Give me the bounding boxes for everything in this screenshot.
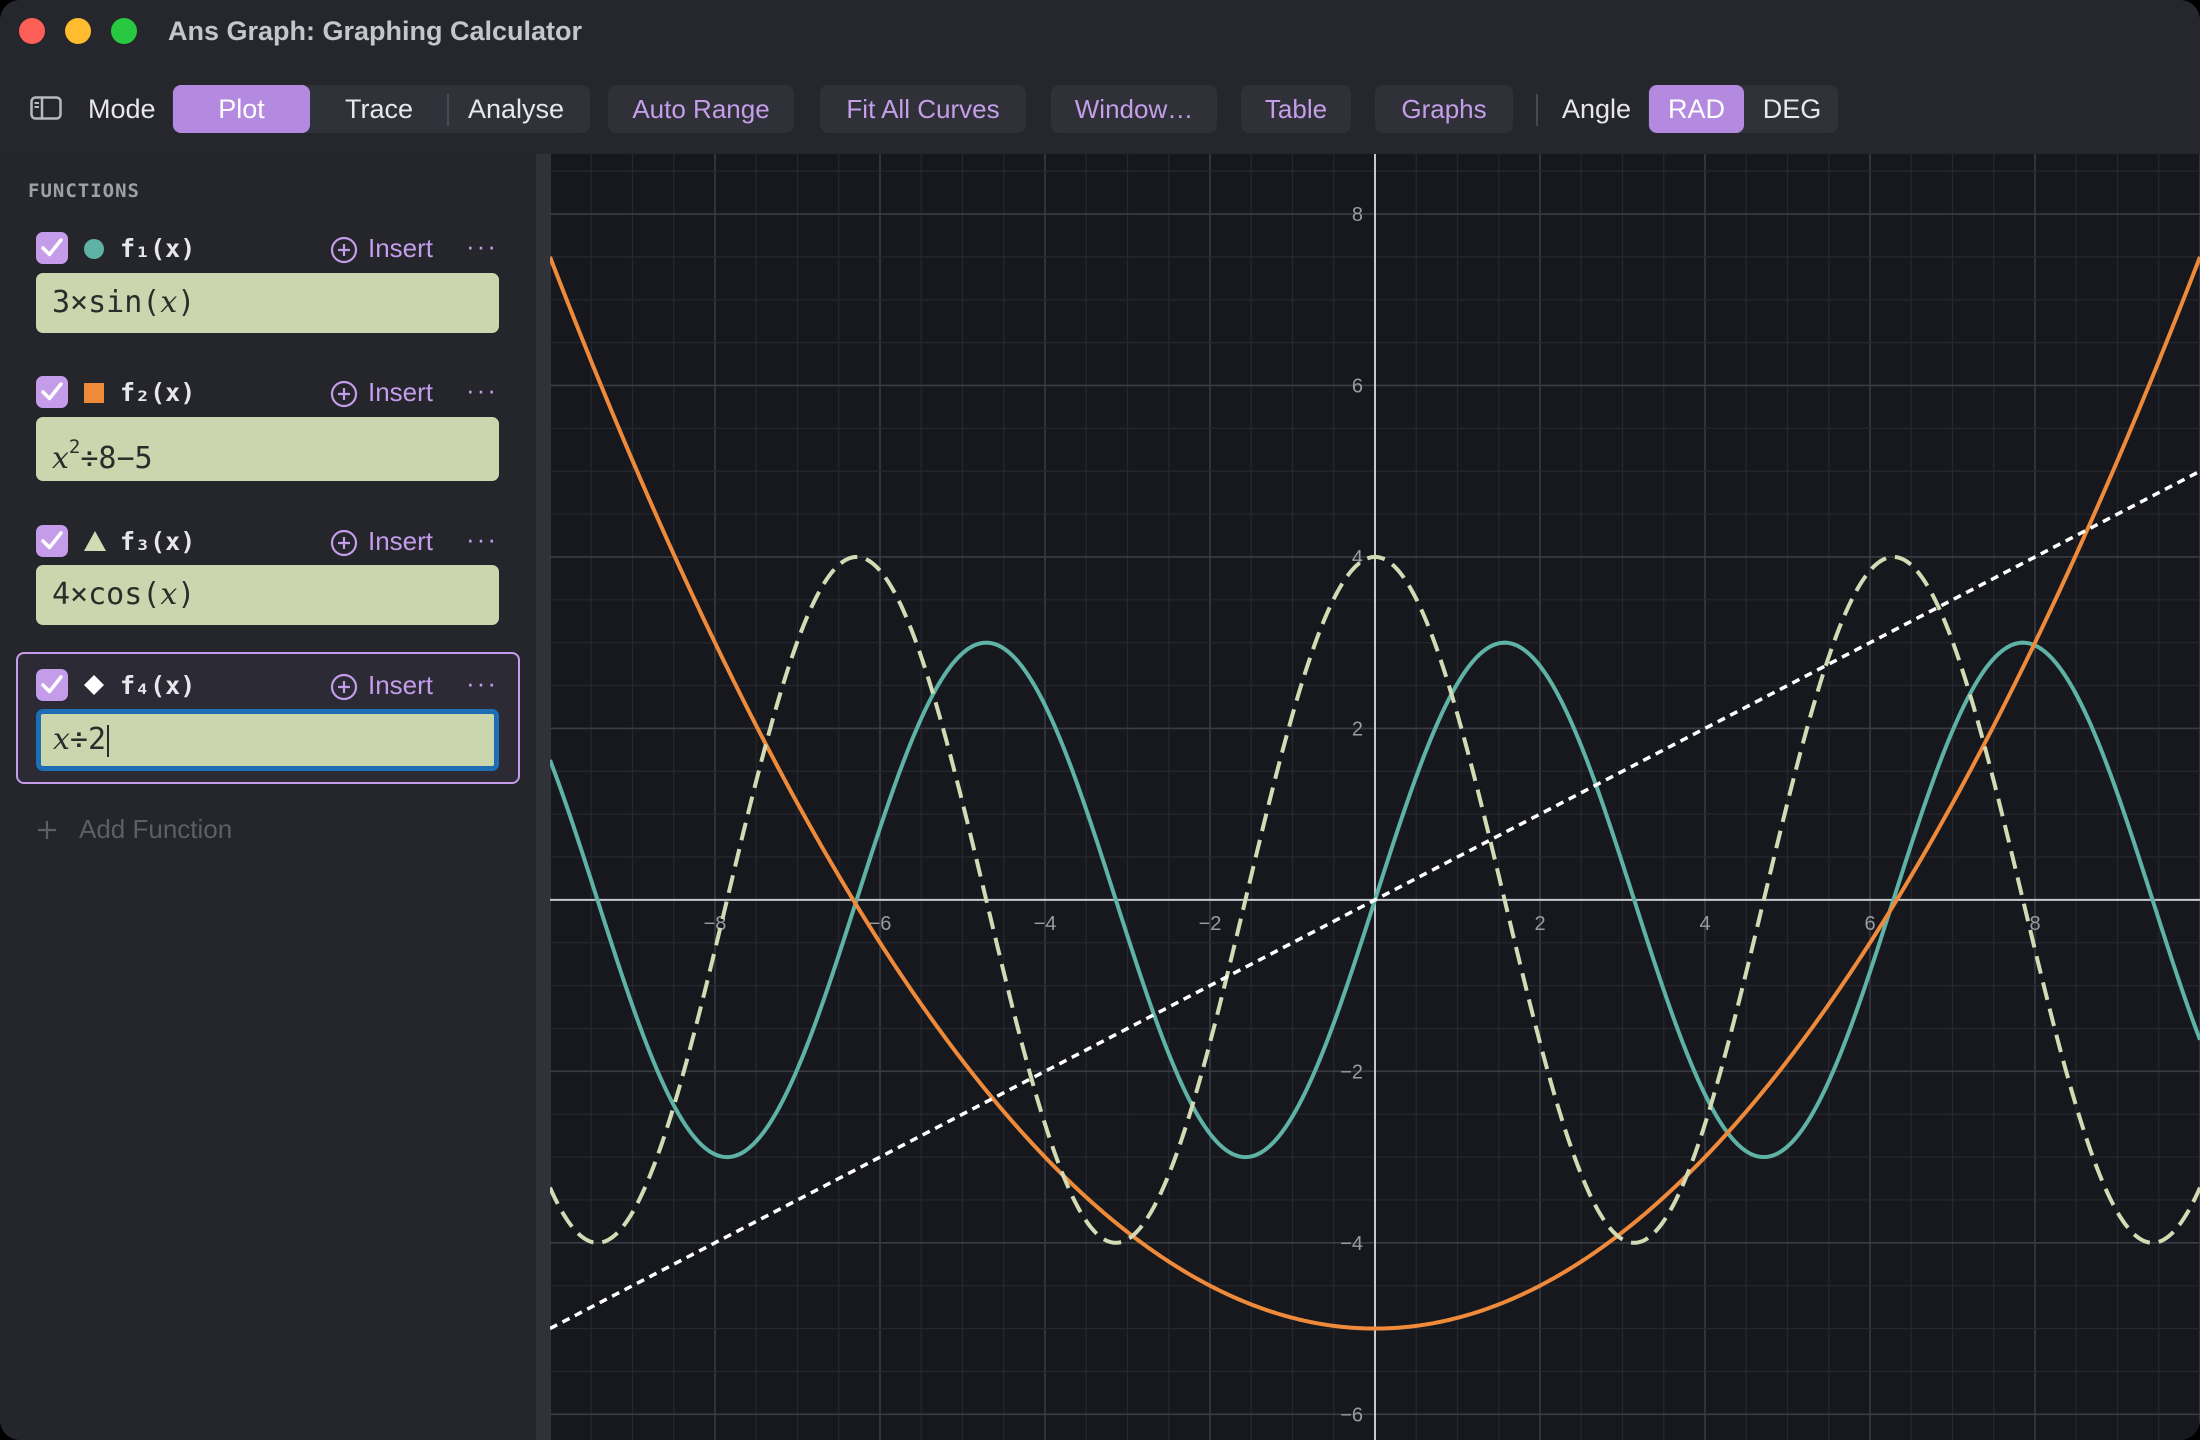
function-f1-name: f₁(x) (120, 234, 196, 263)
app-window: Ans Graph: Graphing Calculator Mode Plot… (0, 0, 2200, 1440)
minimize-window-button[interactable] (65, 18, 91, 44)
x-tick-label: 4 (1699, 913, 1710, 935)
functions-section-title: FUNCTIONS (28, 180, 140, 202)
x-tick-label: −2 (1199, 913, 1222, 935)
graph-canvas[interactable]: −8 −6 −4 −2 2 4 6 8−6−4−22468 (550, 154, 2200, 1440)
y-tick-label: −4 (1340, 1233, 1363, 1255)
segment-divider (447, 94, 449, 126)
window-title: Ans Graph: Graphing Calculator (168, 16, 583, 46)
angle-rad-button[interactable]: RAD (1649, 85, 1744, 133)
function-f4-insert-button[interactable]: Insert (330, 666, 450, 706)
plus-circle-icon (330, 380, 358, 408)
diamond-marker-icon (84, 675, 104, 695)
function-f1-checkbox[interactable] (36, 232, 68, 264)
insert-label: Insert (368, 670, 434, 700)
checkmark-icon (41, 238, 63, 257)
toolbar-divider (1536, 94, 1538, 126)
insert-label: Insert (368, 233, 434, 263)
y-tick-label: −2 (1340, 1061, 1363, 1083)
mode-trace-button[interactable]: Trace (312, 85, 446, 133)
title-bar: Ans Graph: Graphing Calculator (0, 0, 2200, 64)
table-button[interactable]: Table (1241, 85, 1351, 133)
function-f2-insert-button[interactable]: Insert (330, 373, 450, 413)
function-f4-more-button[interactable]: ··· (466, 668, 498, 699)
y-tick-label: 8 (1352, 204, 1363, 226)
x-tick-label: −4 (1034, 913, 1057, 935)
plus-circle-icon (330, 673, 358, 701)
zoom-window-button[interactable] (111, 18, 137, 44)
function-f2-name: f₂(x) (120, 378, 196, 407)
function-row-f1: f₁(x) Insert ··· (0, 223, 536, 273)
function-f2-checkbox[interactable] (36, 376, 68, 408)
x-tick-label: 6 (1864, 913, 1875, 935)
mode-label: Mode (88, 94, 156, 124)
function-f3-insert-button[interactable]: Insert (330, 522, 450, 562)
mode-analyse-button[interactable]: Analyse (450, 85, 582, 133)
square-marker-icon (84, 383, 104, 403)
angle-label: Angle (1562, 94, 1632, 124)
function-f4-checkbox[interactable] (36, 669, 68, 701)
function-f3-checkbox[interactable] (36, 525, 68, 557)
add-function-label: Add Function (79, 814, 233, 844)
function-f2-more-button[interactable]: ··· (466, 375, 498, 406)
close-window-button[interactable] (19, 18, 45, 44)
fit-all-curves-button[interactable]: Fit All Curves (820, 85, 1026, 133)
angle-deg-button[interactable]: DEG (1746, 85, 1838, 133)
mode-plot-button[interactable]: Plot (173, 85, 310, 133)
y-tick-label: −6 (1340, 1404, 1363, 1426)
function-f1-insert-button[interactable]: Insert (330, 229, 450, 269)
function-f1-more-button[interactable]: ··· (466, 231, 498, 262)
function-row-f3: f₃(x) Insert ··· (0, 516, 536, 566)
function-f2-expression-field[interactable]: x2÷8−5 (36, 417, 499, 481)
plus-circle-icon (330, 529, 358, 557)
graphs-button[interactable]: Graphs (1375, 85, 1513, 133)
checkmark-icon (41, 382, 63, 401)
checkmark-icon (41, 675, 63, 694)
y-tick-label: 2 (1352, 718, 1363, 740)
sidebar-resize-handle[interactable] (536, 154, 550, 1440)
auto-range-button[interactable]: Auto Range (608, 85, 794, 133)
x-tick-label: 2 (1534, 913, 1545, 935)
function-f3-expression-field[interactable]: 4×cos(x) (36, 565, 499, 625)
function-f3-name: f₃(x) (120, 527, 196, 556)
y-tick-label: 6 (1352, 375, 1363, 397)
checkmark-icon (41, 531, 63, 550)
function-f3-more-button[interactable]: ··· (466, 524, 498, 555)
function-row-f2: f₂(x) Insert ··· (0, 367, 536, 417)
function-f4-expression-field[interactable]: x÷2 (36, 709, 499, 771)
circle-marker-icon (84, 239, 104, 259)
sidebar-toggle-icon[interactable] (30, 96, 62, 120)
function-f1-expression-field[interactable]: 3×sin(x) (36, 273, 499, 333)
insert-label: Insert (368, 526, 434, 556)
triangle-marker-icon (84, 531, 106, 551)
functions-sidebar (0, 154, 536, 1440)
text-cursor (107, 724, 110, 757)
function-f4-name: f₄(x) (120, 671, 196, 700)
plus-icon (38, 821, 56, 839)
function-row-f4: f₄(x) Insert ··· (0, 660, 536, 710)
plus-circle-icon (330, 236, 358, 264)
insert-label: Insert (368, 377, 434, 407)
window-button[interactable]: Window… (1051, 85, 1217, 133)
